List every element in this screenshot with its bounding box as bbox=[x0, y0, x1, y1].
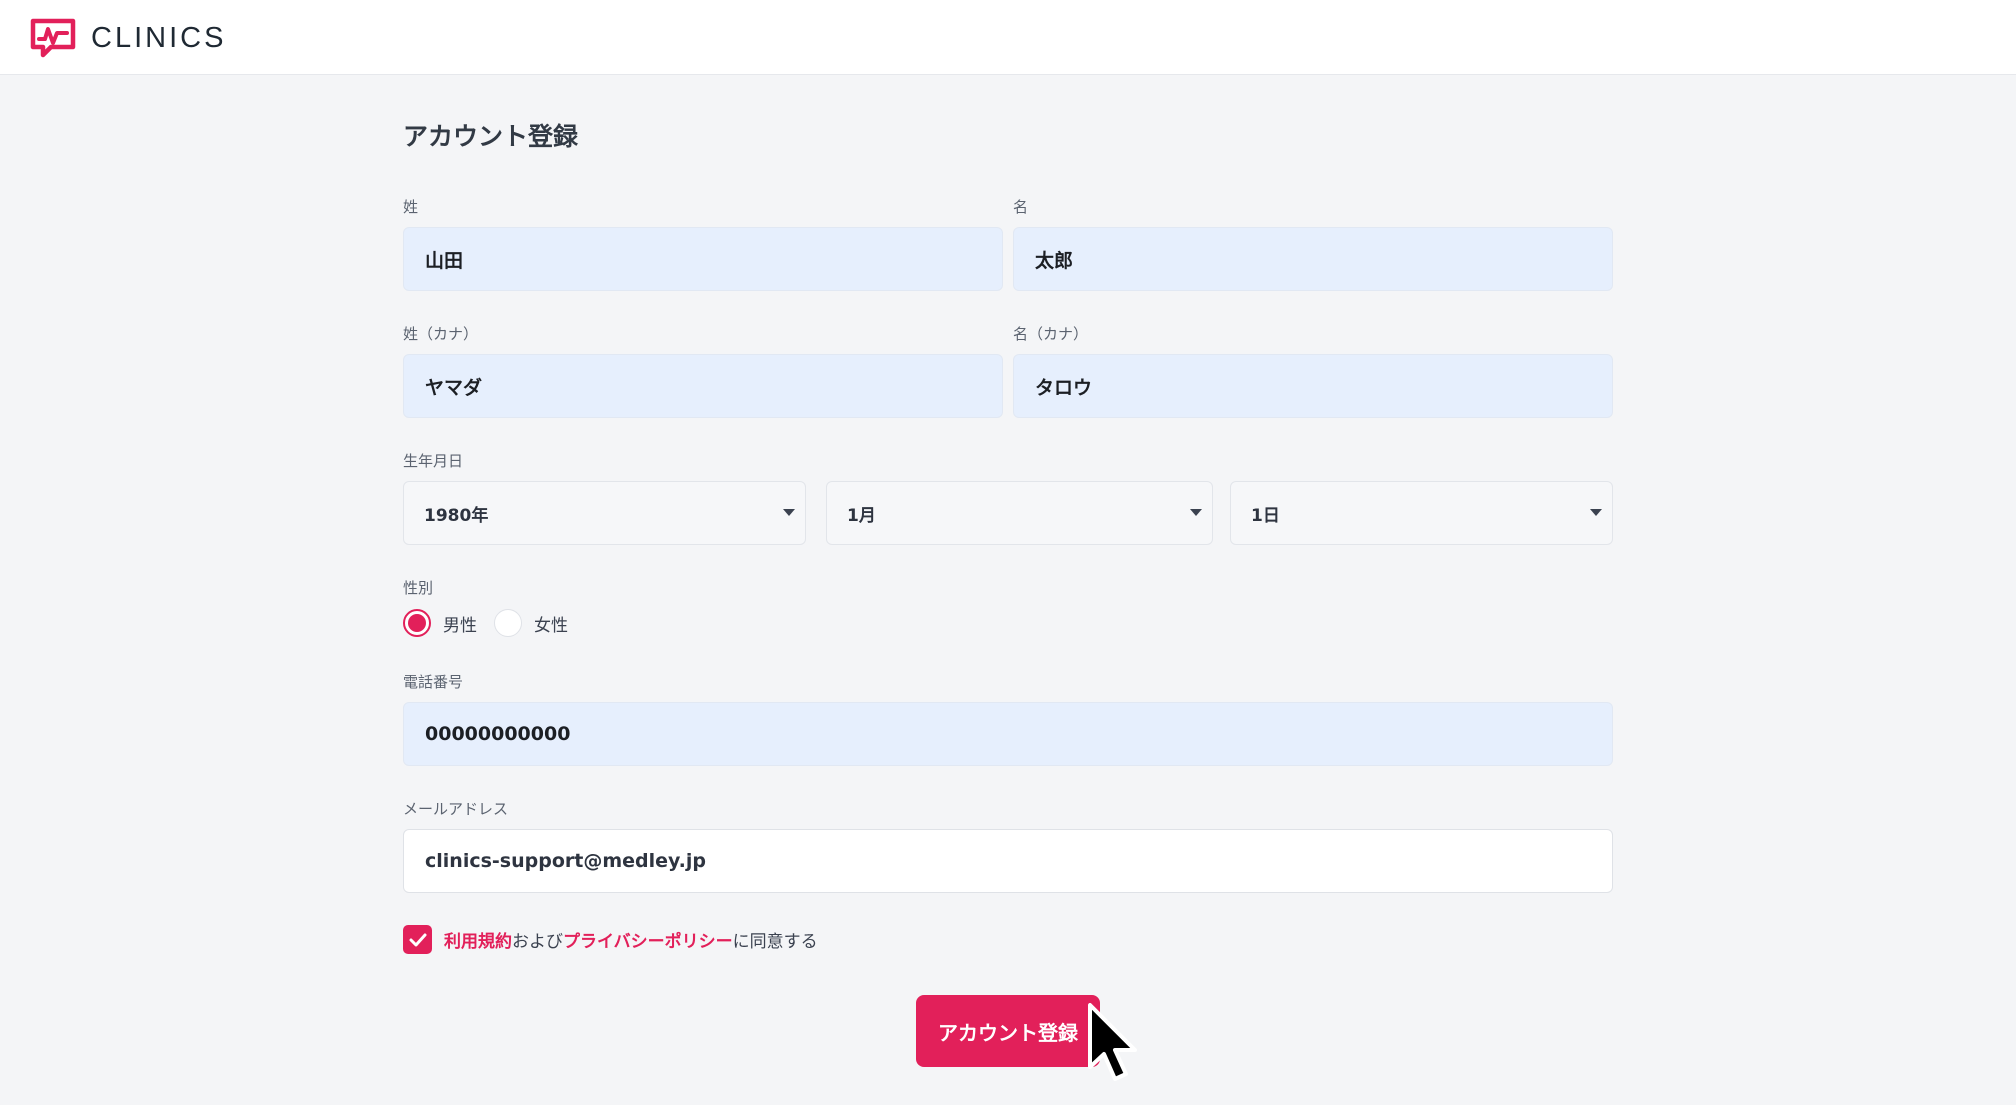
chevron-down-icon bbox=[1190, 509, 1202, 516]
clinics-logo-icon bbox=[30, 18, 76, 58]
last-name-label: 姓 bbox=[403, 198, 419, 216]
agreement-and-text: および bbox=[512, 932, 563, 952]
birth-month-value: 1月 bbox=[847, 505, 876, 526]
birthdate-label: 生年月日 bbox=[403, 452, 464, 470]
gender-radio-group: 男性 女性 bbox=[403, 609, 585, 637]
privacy-policy-link[interactable]: プライバシーポリシー bbox=[563, 927, 733, 952]
radio-selected-dot bbox=[408, 614, 426, 632]
birth-year-value: 1980年 bbox=[424, 505, 489, 526]
brand-name: CLINICS bbox=[91, 21, 227, 54]
last-name-kana-label: 姓（カナ） bbox=[403, 325, 479, 343]
phone-input[interactable]: 00000000000 bbox=[403, 702, 1613, 766]
agreement-suffix-text: に同意する bbox=[732, 932, 818, 952]
last-name-input[interactable]: 山田 bbox=[403, 227, 1003, 291]
check-icon bbox=[409, 933, 426, 946]
page-title: アカウント登録 bbox=[403, 122, 579, 151]
app-header: CLINICS bbox=[0, 0, 2016, 75]
gender-option-male-label[interactable]: 男性 bbox=[443, 611, 477, 636]
gender-label: 性別 bbox=[403, 579, 434, 597]
gender-radio-female[interactable] bbox=[494, 609, 522, 637]
chevron-down-icon bbox=[783, 509, 795, 516]
terms-link[interactable]: 利用規約 bbox=[444, 927, 512, 952]
gender-radio-male[interactable] bbox=[403, 609, 431, 637]
email-label: メールアドレス bbox=[403, 800, 509, 818]
birth-month-select[interactable]: 1月 bbox=[826, 481, 1213, 545]
first-name-kana-label: 名（カナ） bbox=[1013, 325, 1089, 343]
birth-day-select[interactable]: 1日 bbox=[1230, 481, 1613, 545]
last-name-kana-input[interactable]: ヤマダ bbox=[403, 354, 1003, 418]
register-account-button[interactable]: アカウント登録 bbox=[916, 995, 1100, 1067]
first-name-kana-input[interactable]: タロウ bbox=[1013, 354, 1613, 418]
gender-option-female-label[interactable]: 女性 bbox=[534, 611, 568, 636]
first-name-label: 名 bbox=[1013, 198, 1029, 216]
chevron-down-icon bbox=[1590, 509, 1602, 516]
agreement-row: 利用規約 および プライバシーポリシー に同意する bbox=[403, 925, 818, 954]
email-input[interactable]: clinics-support@medley.jp bbox=[403, 829, 1613, 893]
mouse-cursor-icon bbox=[1088, 1003, 1137, 1081]
birth-day-value: 1日 bbox=[1251, 505, 1280, 526]
agreement-checkbox[interactable] bbox=[403, 925, 432, 954]
phone-label: 電話番号 bbox=[403, 673, 464, 691]
clinics-logo[interactable]: CLINICS bbox=[29, 17, 226, 59]
birth-year-select[interactable]: 1980年 bbox=[403, 481, 806, 545]
first-name-input[interactable]: 太郎 bbox=[1013, 227, 1613, 291]
